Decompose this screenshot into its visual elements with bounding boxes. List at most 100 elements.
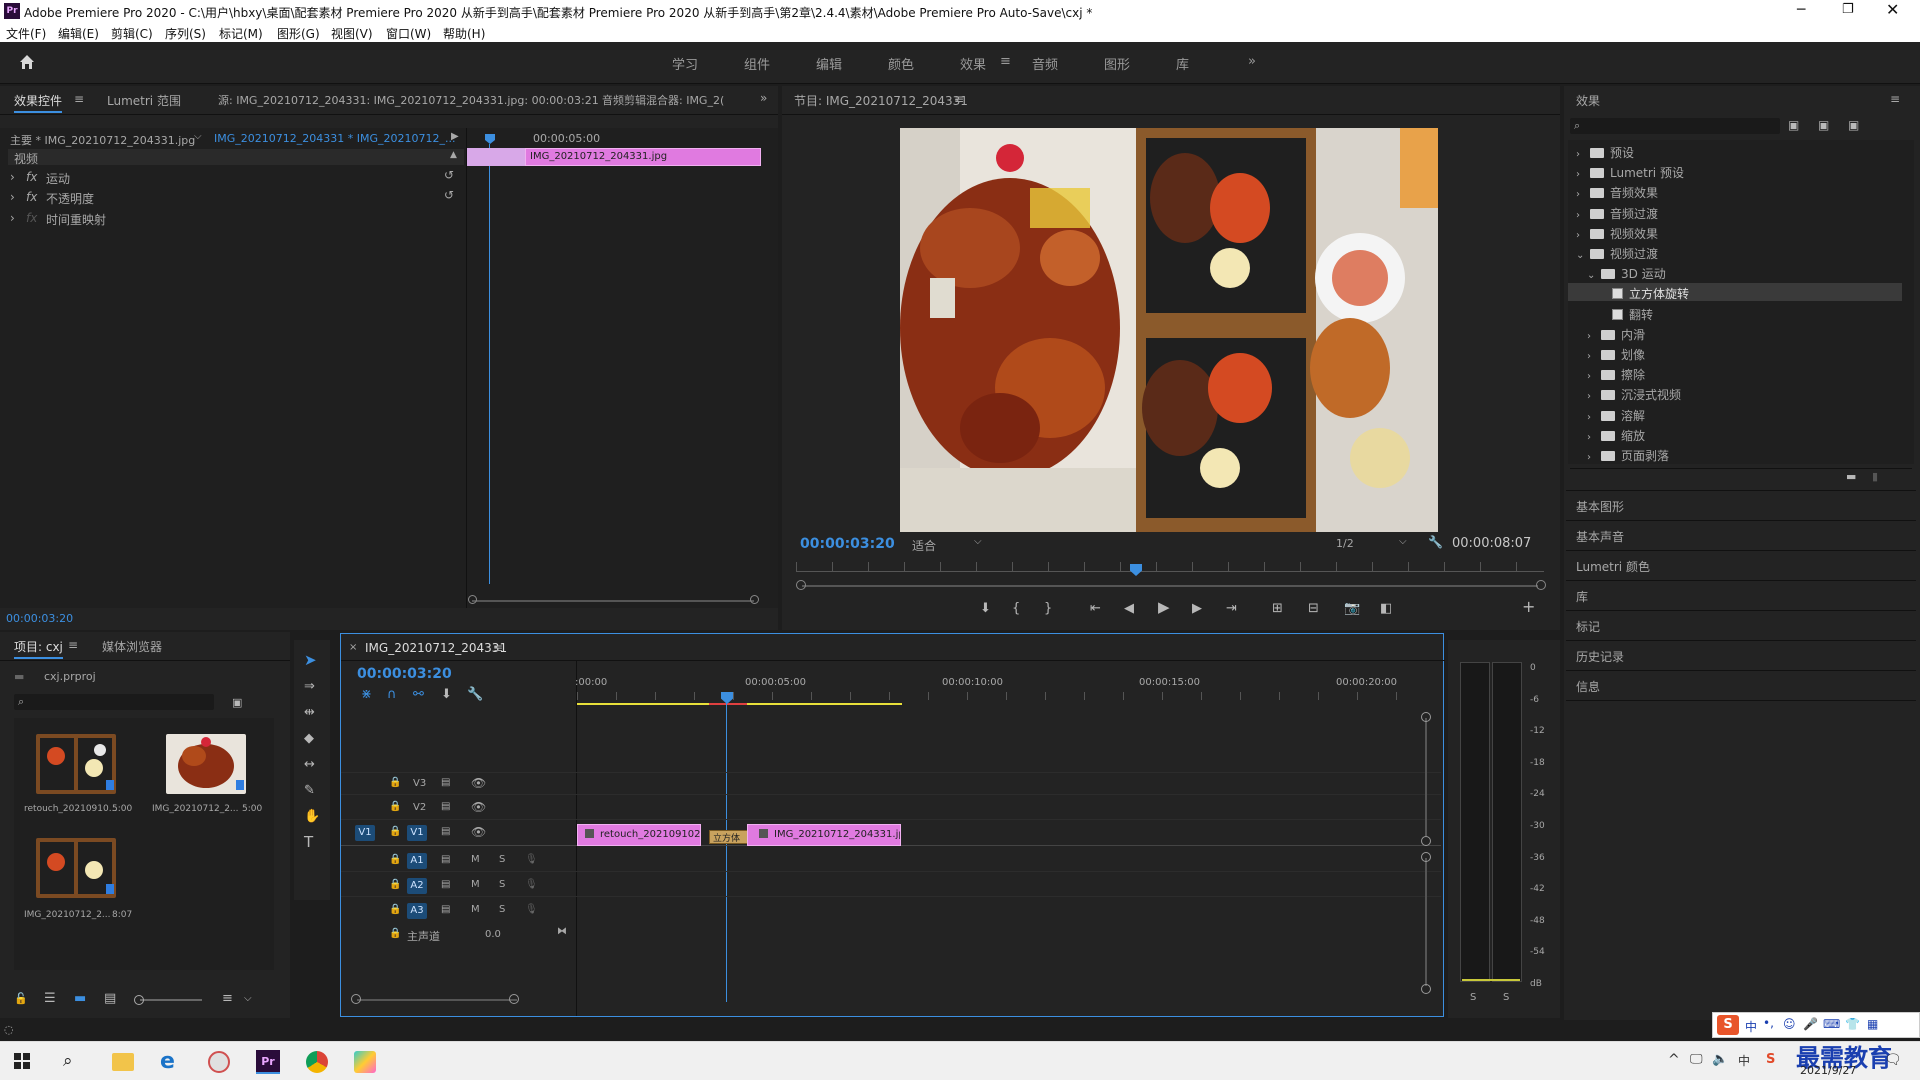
a1-mic-icon[interactable]: 🎙 <box>525 854 538 865</box>
chevron-right-icon[interactable]: › <box>1587 351 1597 362</box>
ripple-edit-tool-icon[interactable]: ⇹ <box>304 706 315 719</box>
timeline-close-icon[interactable]: × <box>349 642 357 653</box>
chevron-right-icon[interactable]: › <box>1587 452 1597 463</box>
file-explorer-icon[interactable] <box>112 1053 134 1071</box>
chevron-right-icon[interactable]: › <box>1587 412 1597 423</box>
comparison-view-icon[interactable]: ◧ <box>1380 602 1392 615</box>
ime-voice-icon[interactable]: 🎤 <box>1803 1017 1818 1031</box>
v1-sync-icon[interactable]: ▤ <box>441 826 450 837</box>
chrome-browser-icon[interactable] <box>306 1051 328 1073</box>
workspace-audio[interactable]: 音频 <box>1032 54 1058 73</box>
project-item-thumb-3[interactable] <box>36 838 116 898</box>
chevron-down-icon[interactable]: ⌵ <box>194 131 202 142</box>
ime-punctuation-icon[interactable]: •, <box>1763 1016 1774 1030</box>
windows-start-icon[interactable] <box>14 1053 30 1069</box>
fit-dropdown[interactable]: 适合 <box>912 537 936 554</box>
restore-icon[interactable]: ❐ <box>1842 2 1854 17</box>
v3-lock-icon[interactable]: 🔒 <box>389 777 401 788</box>
extract-icon[interactable]: ⊟ <box>1308 602 1319 615</box>
workspace-learn[interactable]: 学习 <box>672 54 698 73</box>
mark-in-icon[interactable]: { <box>1012 602 1020 615</box>
effect-motion[interactable]: 运动 <box>46 170 70 187</box>
effects-tree-item[interactable]: › 页面剥落 <box>1587 447 1669 465</box>
step-forward-icon[interactable]: ▶ <box>1192 602 1202 615</box>
razor-tool-icon[interactable]: ◆ <box>304 732 314 745</box>
meter-solo-left[interactable]: S <box>1470 992 1476 1003</box>
v1-eye-icon[interactable]: 👁 <box>471 825 486 839</box>
lift-icon[interactable]: ⊞ <box>1272 602 1283 615</box>
a2-lock-icon[interactable]: 🔒 <box>389 879 401 890</box>
chevron-right-icon[interactable]: › <box>1576 230 1586 241</box>
slip-tool-icon[interactable]: ↔ <box>304 758 315 771</box>
ime-floating-bar[interactable]: S 中 •, ☺ 🎤 ⌨ 👕 ▦ <box>1712 1012 1920 1038</box>
panel-info[interactable]: 信息 <box>1576 678 1600 695</box>
effects-tree-item[interactable]: ⌄ 3D 运动 <box>1587 265 1666 283</box>
home-icon[interactable] <box>18 53 36 71</box>
program-ruler[interactable] <box>796 562 1544 572</box>
program-zoom-scrollbar[interactable] <box>802 585 1538 587</box>
effects-tree-item[interactable]: › 视频效果 <box>1576 225 1658 243</box>
mark-out-icon[interactable]: } <box>1044 602 1052 615</box>
chevron-right-icon[interactable]: › <box>1587 371 1597 382</box>
a2-mic-icon[interactable]: 🎙 <box>525 879 538 890</box>
master-lock-icon[interactable]: 🔒 <box>389 928 401 939</box>
export-frame-camera-icon[interactable]: 📷 <box>1344 602 1360 615</box>
effects-tree-item[interactable]: › 内滑 <box>1587 326 1645 344</box>
sogou-icon[interactable]: S <box>1766 1052 1775 1067</box>
a1-solo-icon[interactable]: S <box>499 854 505 865</box>
a3-solo-icon[interactable]: S <box>499 904 505 915</box>
chevron-right-icon[interactable]: › <box>1576 169 1586 180</box>
accelerated-effects-icon[interactable]: ▣ <box>1788 119 1799 132</box>
menu-sequence[interactable]: 序列(S) <box>165 25 206 42</box>
track-select-tool-icon[interactable]: ⇒ <box>304 680 315 693</box>
ec-transition-region[interactable] <box>467 148 525 166</box>
chevron-down-icon[interactable]: ⌄ <box>1587 270 1597 281</box>
v2-sync-icon[interactable]: ▤ <box>441 801 450 812</box>
taskbar-search-icon[interactable]: ⌕ <box>63 1051 73 1071</box>
master-track-value[interactable]: 0.0 <box>485 929 501 940</box>
volume-icon[interactable]: 🔈 <box>1712 1052 1728 1067</box>
resolution-chevron-down-icon[interactable]: ⌵ <box>1399 536 1407 547</box>
panel-essential-sound[interactable]: 基本声音 <box>1576 528 1624 545</box>
section-collapse-icon[interactable]: ▲ <box>450 150 457 160</box>
snap-magnet-icon[interactable]: ∩ <box>387 688 397 701</box>
panel-history[interactable]: 历史记录 <box>1576 648 1624 665</box>
a2-label[interactable]: A2 <box>407 878 427 894</box>
menu-edit[interactable]: 编辑(E) <box>58 25 99 42</box>
sequence-clip-label[interactable]: IMG_20210712_204331 * IMG_20210712_... <box>214 132 455 145</box>
delete-icon[interactable]: ▮ <box>1872 470 1878 483</box>
a3-label[interactable]: A3 <box>407 903 427 919</box>
panel-markers[interactable]: 标记 <box>1576 618 1600 635</box>
ime-skin-icon[interactable]: 👕 <box>1845 1017 1860 1031</box>
tab-lumetri-scopes[interactable]: Lumetri 范围 <box>107 92 181 109</box>
timeline-clip-retouch[interactable]: retouch_20210910201101 <box>577 824 701 846</box>
effects-tree-item[interactable]: › 音频效果 <box>1576 184 1658 202</box>
tab-effect-controls[interactable]: 效果控件 <box>14 92 63 113</box>
v2-lock-icon[interactable]: 🔒 <box>389 801 401 812</box>
ec-clip-bar[interactable]: IMG_20210712_204331.jpg <box>525 148 761 166</box>
effect-opacity[interactable]: 不透明度 <box>46 190 94 207</box>
menu-graphics[interactable]: 图形(G) <box>277 25 320 42</box>
notification-icon[interactable]: 🗨 <box>1884 1052 1902 1068</box>
effect-time-remapping[interactable]: 时间重映射 <box>46 211 106 228</box>
premiere-pro-taskbar-icon[interactable]: Pr <box>256 1050 280 1074</box>
workspace-editing[interactable]: 编辑 <box>816 54 842 73</box>
tab-audio-mixer[interactable]: 音频剪辑混合器: IMG_2( <box>602 92 738 108</box>
menu-clip[interactable]: 剪辑(C) <box>111 25 153 42</box>
list-view-icon[interactable]: ☰ <box>44 992 56 1005</box>
expand-opacity-icon[interactable]: › <box>10 190 15 204</box>
panel-essential-graphics[interactable]: 基本图形 <box>1576 498 1624 515</box>
v1-lock-icon[interactable]: 🔒 <box>389 826 401 837</box>
effects-tree-item[interactable]: › 音频过渡 <box>1576 205 1658 223</box>
workspace-effects[interactable]: 效果 <box>960 54 986 73</box>
effects-tree-item[interactable]: › 沉浸式视频 <box>1587 386 1681 404</box>
pen-tool-icon[interactable]: ✎ <box>304 784 315 797</box>
a2-sync-icon[interactable]: ▤ <box>441 879 450 890</box>
a1-sync-icon[interactable]: ▤ <box>441 854 450 865</box>
timeline-tab[interactable]: IMG_20210712_204331 <box>365 641 507 655</box>
selection-tool-icon[interactable]: ➤ <box>304 653 317 668</box>
a3-mute-icon[interactable]: M <box>471 904 480 915</box>
effects-tree-item[interactable]: 立方体旋转 <box>1598 285 1689 303</box>
source-patch-v1[interactable]: V1 <box>355 825 375 841</box>
tab-source[interactable]: 源: IMG_20210712_204331: IMG_20210712_204… <box>218 92 599 108</box>
